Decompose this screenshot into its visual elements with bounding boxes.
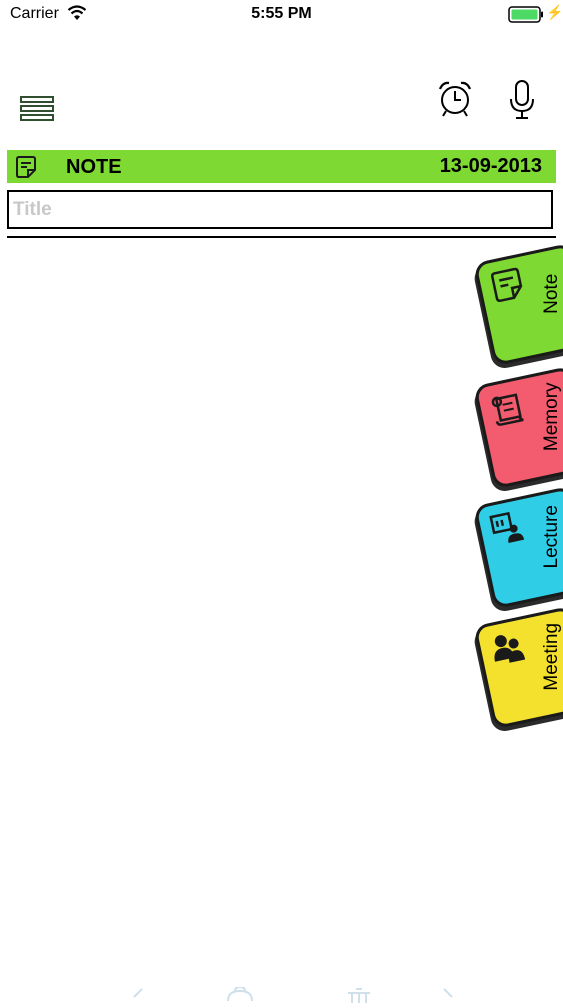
basket-icon[interactable] xyxy=(225,985,255,1008)
back-icon[interactable] xyxy=(130,987,146,1008)
note-date: 13-09-2013 xyxy=(439,155,542,177)
microphone-icon xyxy=(510,80,534,119)
charging-icon: ⚡ xyxy=(546,4,563,20)
scroll-icon xyxy=(487,388,528,433)
clock-time: 5:55 PM xyxy=(251,5,312,22)
lecture-icon xyxy=(487,508,528,553)
tab-meeting[interactable]: Meeting xyxy=(473,605,563,730)
battery-icon xyxy=(508,6,544,29)
menu-button[interactable] xyxy=(20,96,54,127)
note-icon xyxy=(14,155,38,184)
menu-icon xyxy=(20,96,54,121)
title-input[interactable] xyxy=(7,190,553,229)
note-header-bar: NOTE 13-09-2013 xyxy=(7,150,556,183)
status-bar: Carrier 5:55 PM ⚡ xyxy=(0,0,563,30)
trash-icon[interactable] xyxy=(346,987,372,1008)
tab-meeting-label: Meeting xyxy=(541,622,563,691)
tab-note[interactable]: Note xyxy=(473,242,563,367)
meeting-icon xyxy=(487,628,528,673)
microphone-button[interactable] xyxy=(508,80,536,125)
tab-memory[interactable]: Memory xyxy=(473,365,563,490)
tab-note-label: Note xyxy=(541,273,563,314)
tab-lecture-label: Lecture xyxy=(541,505,563,569)
forward-icon[interactable] xyxy=(440,987,456,1008)
note-icon xyxy=(487,265,528,310)
alarm-button[interactable] xyxy=(437,80,473,123)
note-label: NOTE xyxy=(66,156,122,178)
bottom-toolbar xyxy=(0,975,563,1003)
alarm-clock-icon xyxy=(438,81,472,117)
tab-lecture[interactable]: Lecture xyxy=(473,485,563,610)
tab-memory-label: Memory xyxy=(541,382,563,452)
divider xyxy=(7,236,556,238)
